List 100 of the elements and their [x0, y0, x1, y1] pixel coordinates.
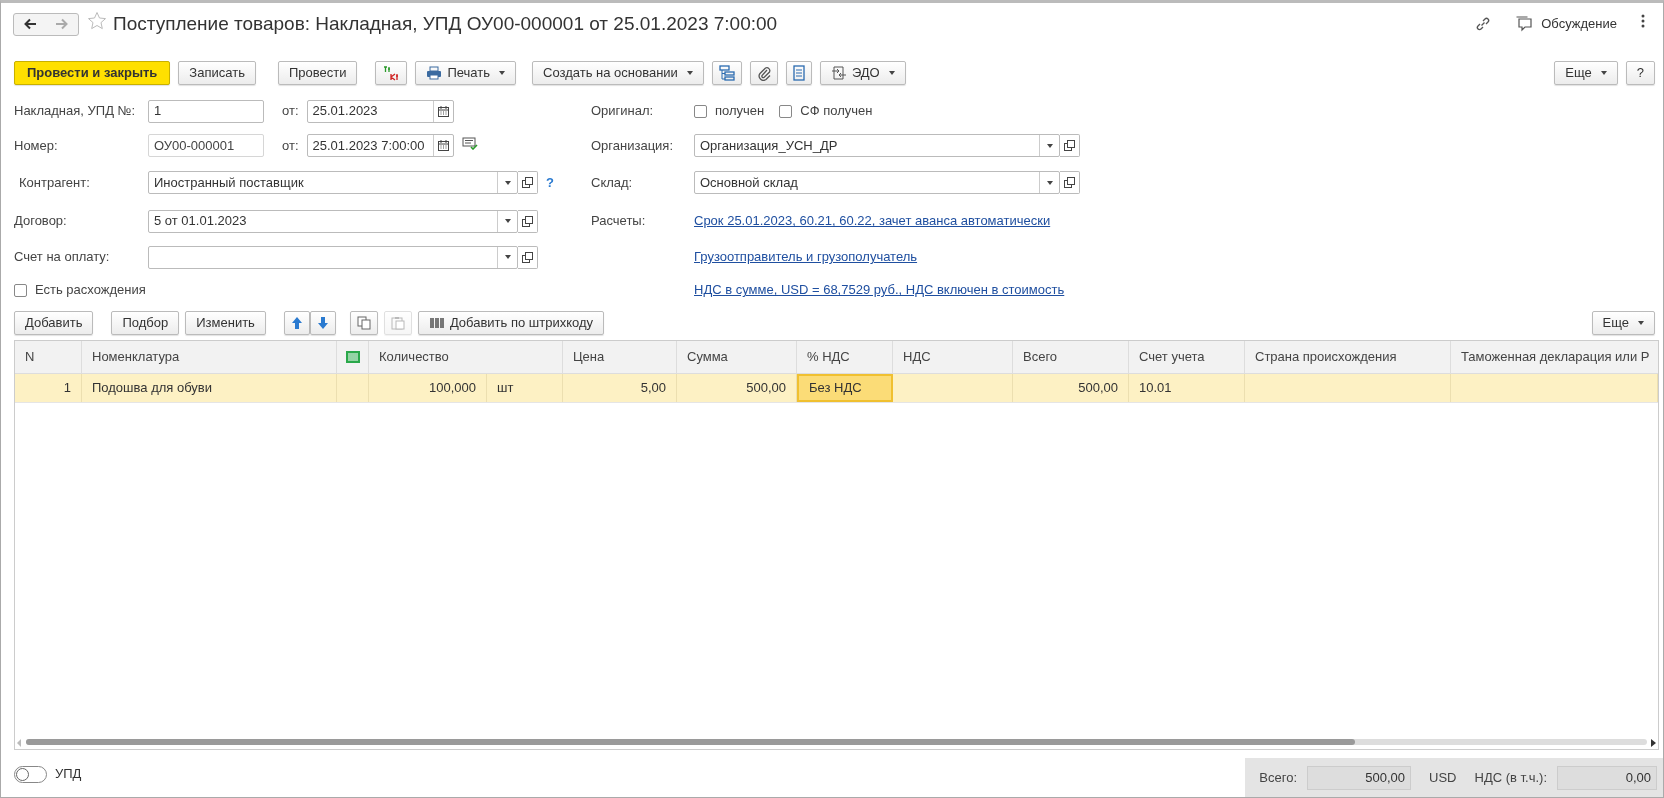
dropdown-caret-icon[interactable]: [504, 180, 511, 185]
open-form-icon[interactable]: [522, 215, 533, 227]
up-arrow-icon: [290, 316, 303, 330]
open-form-icon[interactable]: [522, 177, 533, 188]
dropdown-button[interactable]: Еще: [1591, 311, 1655, 335]
field-label: Склад:: [591, 173, 634, 192]
column-header[interactable]: Количество: [369, 341, 563, 373]
dropdown-button[interactable]: Еще: [1554, 61, 1618, 85]
checkbox-label: получен: [715, 102, 765, 121]
dropdown-caret-icon[interactable]: [504, 255, 511, 259]
checkbox[interactable]: [14, 283, 27, 297]
total-field: 500,00: [1307, 766, 1412, 790]
dropdown-caret-icon[interactable]: [504, 219, 511, 223]
paste-icon: [390, 316, 405, 330]
toolbar-button[interactable]: Записать: [178, 61, 256, 85]
document-check-icon[interactable]: [461, 135, 478, 150]
calendar-icon[interactable]: [437, 140, 449, 151]
checkbox[interactable]: [694, 104, 707, 118]
total-label: НДС (в т.ч.):: [1474, 769, 1547, 788]
toolbar-button[interactable]: Подбор: [111, 311, 180, 335]
column-header[interactable]: Цена: [563, 341, 677, 373]
star-icon[interactable]: [87, 11, 107, 32]
back-arrow-icon[interactable]: [23, 18, 37, 30]
column-header[interactable]: НДС: [893, 341, 1013, 373]
help-link[interactable]: ?: [546, 172, 554, 193]
toolbar-button[interactable]: ЭДО: [819, 61, 906, 85]
open-form-icon[interactable]: [522, 251, 533, 263]
scroll-right-icon[interactable]: [1651, 738, 1656, 747]
total-label: Всего:: [1259, 769, 1298, 788]
icon-button[interactable]: [283, 311, 310, 335]
select-field[interactable]: Иностранный поставщик: [148, 171, 518, 194]
dropdown-caret-icon[interactable]: [1046, 180, 1053, 185]
table-cell: 500,00: [1013, 374, 1129, 402]
select-field[interactable]: 5 от 01.01.2023: [148, 209, 518, 233]
icon-button[interactable]: [785, 61, 812, 85]
toolbar-button[interactable]: Изменить: [185, 311, 266, 335]
icon-button[interactable]: [711, 61, 742, 85]
date-field[interactable]: 25.01.2023: [306, 99, 454, 123]
column-header[interactable]: Всего: [1013, 341, 1129, 373]
checkbox[interactable]: [779, 104, 793, 118]
field-label: от:: [282, 136, 299, 155]
toolbar-button[interactable]: Добавить по штрихкоду: [417, 311, 605, 335]
field-label: Номер:: [14, 136, 59, 155]
column-header[interactable]: Страна происхождения: [1245, 341, 1451, 373]
field-label: Расчеты:: [591, 212, 647, 231]
field-label: Счет на оплату:: [14, 248, 111, 267]
field-label: Оригинал:: [591, 102, 655, 121]
table-cell: 10.01: [1129, 374, 1245, 402]
toolbar-button[interactable]: Провести и закрыть: [14, 61, 171, 85]
field-label: от:: [282, 102, 299, 121]
toolbar-button[interactable]: Добавить: [14, 311, 94, 335]
column-header[interactable]: N: [15, 341, 82, 373]
column-header[interactable]: % НДС: [797, 341, 893, 373]
table-cell: 1: [15, 374, 82, 402]
settlement-link[interactable]: НДС в сумме, USD = 68,7529 руб., НДС включен в стоимость: [694, 280, 1065, 300]
settlement-link[interactable]: Срок 25.01.2023, 60.21, 60.22, зачет аванса автоматически: [694, 211, 1051, 231]
toolbar-button[interactable]: ?: [1625, 61, 1655, 85]
column-header[interactable]: Сумма: [677, 341, 797, 373]
more-icon[interactable]: [1641, 14, 1645, 29]
open-form-icon[interactable]: [1064, 140, 1075, 151]
calendar-icon[interactable]: [437, 105, 449, 117]
copy-icon: [356, 316, 371, 330]
printer-icon: [426, 66, 443, 80]
toolbar-button[interactable]: Провести: [277, 61, 358, 85]
toggle-label: УПД: [55, 765, 82, 784]
icon-button[interactable]: [309, 311, 336, 335]
toolbar-button[interactable]: Печать: [415, 61, 516, 85]
dropdown-button[interactable]: Создать на основании: [532, 61, 704, 85]
checkbox-label: СФ получен: [800, 102, 873, 121]
toggle-switch[interactable]: [14, 765, 47, 783]
field-label: Накладная, УПД №:: [14, 102, 137, 121]
select-field[interactable]: Основной склад: [694, 171, 1060, 194]
column-header[interactable]: Счет учета: [1129, 341, 1245, 373]
number-field[interactable]: ОУ00-000001: [148, 134, 264, 157]
open-form-icon[interactable]: [1064, 177, 1075, 188]
table-cell-text: 100,000: [428, 379, 477, 398]
paperclip-icon: [756, 65, 771, 81]
column-header[interactable]: Таможенная декларация или Р: [1451, 341, 1658, 373]
select-field[interactable]: [148, 245, 518, 269]
hierarchy-icon: [718, 65, 735, 81]
currency-label: USD: [1429, 769, 1457, 788]
select-field[interactable]: Организация_УСН_ДР: [694, 134, 1060, 157]
table-cell: Без НДС: [797, 374, 893, 402]
discussion-link[interactable]: Обсуждение: [1541, 14, 1617, 34]
table-cell: Подошва для обуви: [82, 374, 337, 402]
number-field[interactable]: 1: [148, 99, 264, 123]
window-title: Поступление товаров: Накладная, УПД ОУ00-000001 от 25.01.2023 7:00:00: [113, 11, 778, 36]
column-header[interactable]: Номенклатура: [82, 341, 337, 373]
field-label: Организация:: [591, 136, 675, 155]
debit-credit-icon: [382, 65, 401, 81]
icon-button[interactable]: [749, 61, 778, 85]
document-exchange-icon: [830, 66, 847, 80]
table-row[interactable]: 1 Подошва для обуви 100,000 шт 5,00 500,00 Без НДС 500,00 10.01: [15, 374, 1658, 403]
chat-icon[interactable]: [1515, 16, 1534, 32]
settlement-link[interactable]: Грузоотправитель и грузополучатель: [694, 247, 918, 267]
dropdown-caret-icon[interactable]: [1046, 143, 1053, 148]
date-field[interactable]: 25.01.2023 7:00:00: [306, 134, 454, 157]
link-icon[interactable]: [1475, 16, 1492, 32]
icon-button[interactable]: [375, 61, 408, 85]
checkbox-label: Есть расхождения: [35, 281, 146, 300]
